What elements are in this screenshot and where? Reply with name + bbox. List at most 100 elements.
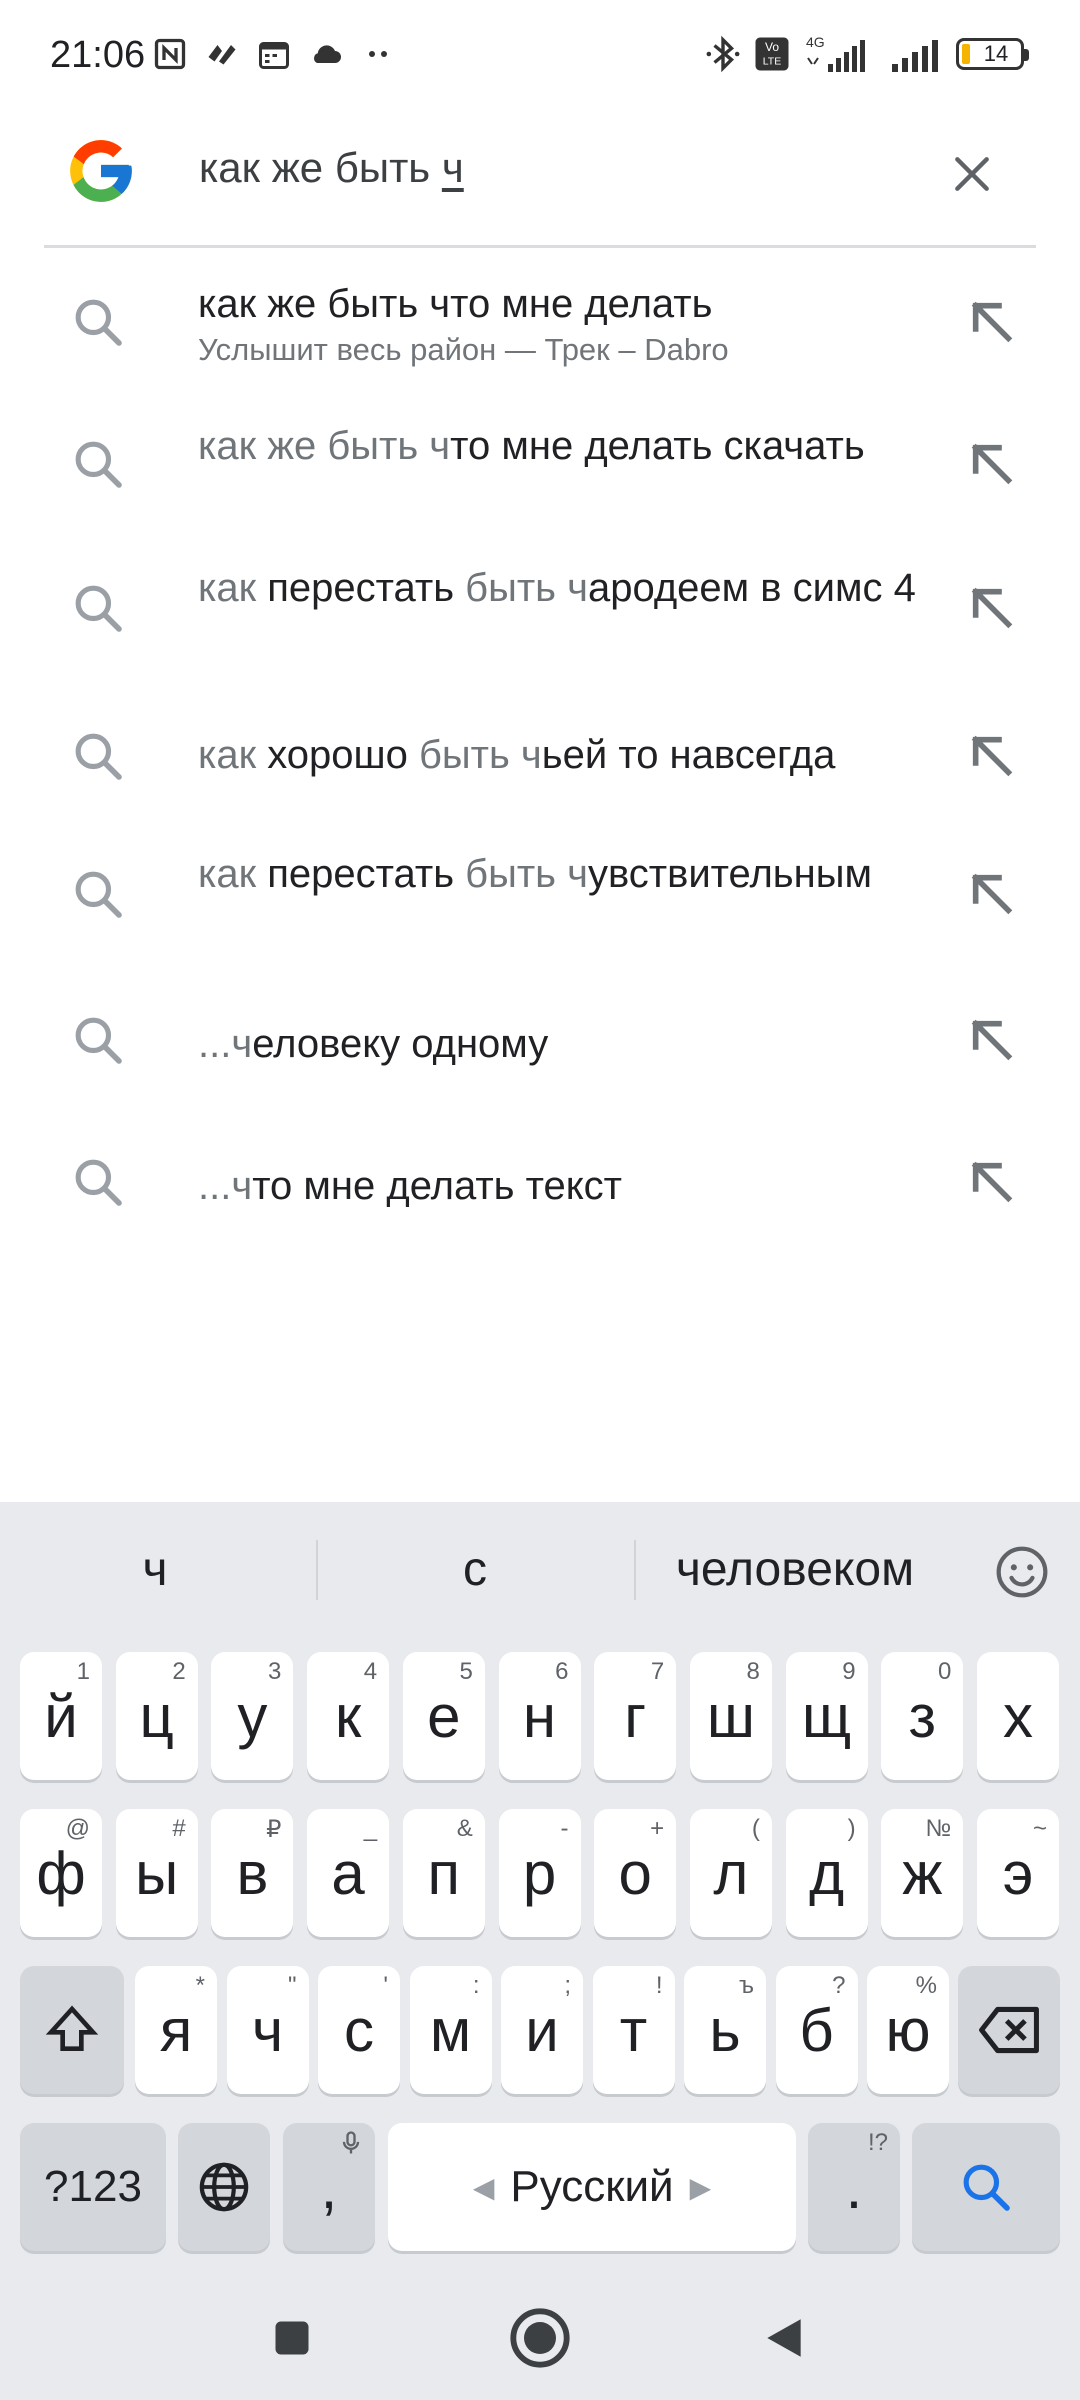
volte-icon: Vo LTE xyxy=(755,37,789,71)
key-н[interactable]: н6 xyxy=(498,1652,581,1780)
comma-key[interactable]: , xyxy=(283,2123,375,2251)
key-г[interactable]: г7 xyxy=(594,1652,677,1780)
back-button[interactable] xyxy=(744,2298,824,2378)
suggestion-item[interactable]: ...человеку одному xyxy=(0,982,1080,1122)
key-з[interactable]: з0 xyxy=(881,1652,964,1780)
key-щ[interactable]: щ9 xyxy=(785,1652,868,1780)
emoji-icon[interactable] xyxy=(994,1544,1050,1600)
key-hint: ) xyxy=(847,1815,856,1842)
suggestion-item[interactable]: ...что мне делать текст xyxy=(0,1126,1080,1266)
key-label: с xyxy=(344,1996,374,2064)
keyboard: ч с человеком й 1 ц 2 у 3 к 4 е 5 н 6 г 7 ш 8 щ 9 з 0 х ф @ ы # в… xyxy=(0,1502,1080,2400)
key-ю[interactable]: ю% xyxy=(867,1966,949,2094)
key-hint: - xyxy=(560,1815,569,1842)
recents-button[interactable] xyxy=(252,2298,332,2378)
suggestion-item[interactable]: как хорошо быть чьей то навсегда xyxy=(0,694,1080,834)
key-ж[interactable]: ж № xyxy=(881,1809,964,1937)
fill-query-arrow-icon[interactable] xyxy=(964,436,1020,492)
search-bar[interactable]: как же быть ч xyxy=(44,116,1036,248)
key-е[interactable]: е5 xyxy=(402,1652,485,1780)
fill-query-arrow-icon[interactable] xyxy=(964,1012,1020,1068)
suggestion-query-part: ...ч xyxy=(198,1164,253,1208)
key-hint: 5 xyxy=(459,1658,473,1685)
key-п[interactable]: п & xyxy=(402,1809,485,1937)
key-label: я xyxy=(159,1996,193,2064)
key-ц[interactable]: ц2 xyxy=(115,1652,198,1780)
key-х[interactable]: х xyxy=(977,1652,1059,1780)
word-suggestion[interactable]: человеком xyxy=(640,1542,950,1597)
key-label: . xyxy=(845,2153,863,2221)
fill-query-arrow-icon[interactable] xyxy=(964,728,1020,784)
key-label: т xyxy=(619,1996,648,2064)
fill-query-arrow-icon[interactable] xyxy=(964,580,1020,636)
svg-text:Vo: Vo xyxy=(765,40,779,54)
search-input[interactable]: как же быть ч xyxy=(199,144,464,192)
key-label: д xyxy=(809,1839,845,1907)
period-key[interactable]: .!? xyxy=(808,2123,900,2251)
fill-query-arrow-icon[interactable] xyxy=(964,1154,1020,1210)
key-ы[interactable]: ы # xyxy=(115,1809,198,1937)
suggestion-completion-part: хорошо xyxy=(267,733,419,777)
fill-query-arrow-icon[interactable] xyxy=(964,294,1020,350)
key-hint: ( xyxy=(751,1815,760,1842)
suggestion-text: ...человеку одному xyxy=(198,1018,918,1070)
key-ч[interactable]: ч " xyxy=(226,1966,309,2094)
key-у[interactable]: у3 xyxy=(211,1652,294,1780)
suggestion-item[interactable]: как перестать быть чувствительным xyxy=(0,838,1080,978)
suggestion-query-part: ...ч xyxy=(198,1022,253,1066)
symbols-key[interactable]: ?123 xyxy=(20,2123,166,2251)
key-hint: ; xyxy=(564,1972,571,1999)
suggestion-item[interactable]: как перестать быть чародеем в симс 4 xyxy=(0,550,1080,690)
key-ф[interactable]: ф @ xyxy=(20,1809,102,1937)
svg-text:LTE: LTE xyxy=(763,56,781,68)
key-а[interactable]: а _ xyxy=(307,1809,390,1937)
fill-query-arrow-icon[interactable] xyxy=(964,866,1020,922)
key-т[interactable]: т! xyxy=(592,1966,675,2094)
key-hint: 4 xyxy=(363,1658,378,1685)
home-button[interactable] xyxy=(500,2298,580,2378)
key-hint: 3 xyxy=(268,1658,282,1685)
clear-search-button[interactable] xyxy=(942,144,1002,204)
suggestion-divider xyxy=(316,1540,318,1600)
search-icon xyxy=(75,871,122,918)
key-hint: 7 xyxy=(650,1658,665,1685)
key-с[interactable]: с ' xyxy=(318,1966,400,2094)
arrow-right-icon: ▶ xyxy=(689,2171,712,2203)
key-я[interactable]: я * xyxy=(135,1966,217,2094)
key-label: ?123 xyxy=(44,2162,142,2211)
keyboard-search-key[interactable] xyxy=(912,2123,1060,2251)
key-м[interactable]: м: xyxy=(409,1966,492,2094)
word-suggestion[interactable]: ч xyxy=(60,1542,250,1597)
key-label: у xyxy=(237,1682,268,1750)
suggestion-completion-part: ьей то навсегда xyxy=(541,733,836,777)
key-о[interactable]: о + xyxy=(594,1809,677,1937)
key-э[interactable]: э ~ xyxy=(977,1809,1059,1937)
key-hint: " xyxy=(287,1972,297,1999)
shift-key[interactable] xyxy=(20,1966,124,2094)
key-к[interactable]: к4 xyxy=(307,1652,390,1780)
key-label: к xyxy=(334,1682,362,1750)
back-triangle-icon xyxy=(767,2319,801,2357)
key-в[interactable]: в ₽ xyxy=(211,1809,294,1937)
key-й[interactable]: й1 xyxy=(20,1652,102,1780)
suggestion-completion-part: как же быть что мне делать xyxy=(198,282,713,326)
suggestion-text: ...что мне делать текст xyxy=(198,1160,918,1212)
key-р[interactable]: р- xyxy=(498,1809,581,1937)
suggestion-item[interactable]: как же быть что мне делать скачать xyxy=(0,406,1080,546)
key-ш[interactable]: ш8 xyxy=(689,1652,772,1780)
key-hint: ! xyxy=(655,1972,663,1999)
space-key[interactable]: ◀ Русский ▶ xyxy=(388,2123,796,2251)
backspace-key[interactable] xyxy=(958,1966,1060,2094)
key-л[interactable]: л( xyxy=(689,1809,772,1937)
key-ь[interactable]: ьъ xyxy=(684,1966,766,2094)
suggestion-item[interactable]: как же быть что мне делать Услышит весь р… xyxy=(0,262,1080,402)
key-label: п xyxy=(427,1839,461,1907)
key-label: г xyxy=(624,1682,647,1750)
key-hint: 8 xyxy=(746,1658,760,1685)
key-б[interactable]: б? xyxy=(775,1966,858,2094)
word-suggestion[interactable]: с xyxy=(380,1542,570,1597)
key-label: е xyxy=(427,1682,461,1750)
language-key[interactable] xyxy=(178,2123,270,2251)
key-и[interactable]: и; xyxy=(501,1966,583,2094)
key-д[interactable]: д) xyxy=(785,1809,868,1937)
